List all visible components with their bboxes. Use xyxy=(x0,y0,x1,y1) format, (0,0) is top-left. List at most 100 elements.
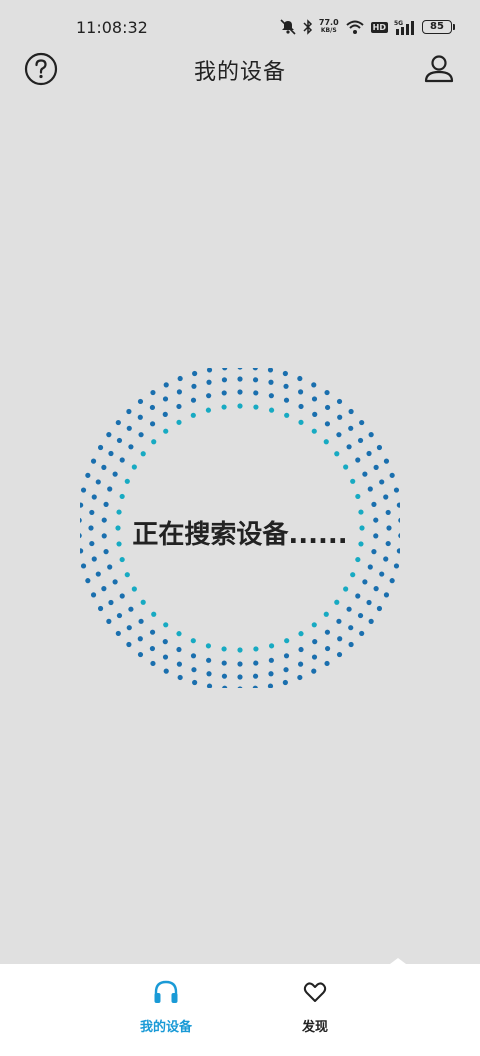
scan-dot xyxy=(252,673,259,679)
scan-dot xyxy=(190,412,196,418)
scan-dot xyxy=(267,368,274,373)
scan-dot xyxy=(389,578,395,584)
scan-dot xyxy=(253,660,259,666)
scan-dot xyxy=(80,563,87,569)
scan-dot xyxy=(116,437,123,444)
scan-dot xyxy=(373,464,379,470)
scan-dot xyxy=(163,382,169,388)
scan-dot xyxy=(376,444,383,451)
scan-dot xyxy=(336,618,342,624)
scan-dot xyxy=(268,379,274,385)
scan-dot xyxy=(368,432,374,438)
scan-dot xyxy=(190,638,196,644)
scan-dot xyxy=(221,390,227,396)
scan-dot xyxy=(90,458,97,464)
scan-dot xyxy=(106,432,112,438)
scan-dot xyxy=(337,414,343,420)
scan-dot xyxy=(176,389,182,395)
scan-dot xyxy=(348,425,354,431)
scan-dot xyxy=(253,404,259,410)
scan-dot xyxy=(252,377,259,383)
scan-dot xyxy=(112,471,118,477)
scan-dot xyxy=(367,486,373,492)
scan-dot xyxy=(176,631,182,637)
scan-dot xyxy=(368,618,374,624)
device-scan-indicator: 正在搜索设备...... xyxy=(80,368,400,688)
signal-icon: 5G xyxy=(394,19,416,35)
scan-dot xyxy=(337,636,343,642)
scan-dot xyxy=(298,646,304,653)
nav-label-my-devices: 我的设备 xyxy=(139,1020,192,1035)
scan-dot xyxy=(119,593,125,599)
scan-dot xyxy=(298,419,304,425)
scan-dot xyxy=(116,612,123,619)
scan-dot xyxy=(362,471,368,477)
scan-dot xyxy=(90,592,97,598)
scan-dot xyxy=(324,404,331,411)
scan-dot xyxy=(311,654,318,660)
scan-dot xyxy=(149,645,156,652)
scan-dot xyxy=(101,464,107,470)
scan-dot xyxy=(359,630,365,637)
scan-dot xyxy=(126,641,132,648)
scan-dot xyxy=(343,586,349,592)
scan-dot xyxy=(162,411,168,417)
scan-dot xyxy=(334,451,340,457)
scan-dot xyxy=(205,643,212,649)
scan-dot xyxy=(383,458,390,464)
scan-dot xyxy=(268,657,274,663)
scan-dot xyxy=(138,432,144,438)
nav-item-my-devices[interactable]: 我的设备 xyxy=(106,978,226,1042)
scan-dot xyxy=(346,606,352,612)
scan-dot xyxy=(221,646,227,652)
nav-item-discover[interactable]: 发现 xyxy=(255,978,375,1042)
scan-dot xyxy=(366,599,372,606)
bluetooth-icon xyxy=(303,19,313,35)
scan-dot xyxy=(222,685,228,688)
scan-dot xyxy=(283,667,289,673)
scan-dot xyxy=(149,629,156,635)
scan-dot xyxy=(115,630,121,637)
scan-dot xyxy=(221,660,227,666)
scan-dot xyxy=(298,661,304,667)
scan-dot xyxy=(268,393,274,399)
scan-dot xyxy=(298,403,304,410)
scan-dot xyxy=(150,389,156,396)
scan-dot xyxy=(355,493,361,500)
scan-dot xyxy=(371,501,377,507)
profile-button[interactable] xyxy=(422,52,456,86)
scan-dot xyxy=(137,414,143,420)
scan-dot xyxy=(177,375,183,382)
scan-dot xyxy=(85,472,91,478)
scan-dot xyxy=(312,411,318,417)
scan-dot xyxy=(191,383,197,389)
scan-dot xyxy=(192,370,198,377)
scan-dot xyxy=(190,653,197,659)
scan-dot xyxy=(267,683,274,688)
scan-dot xyxy=(137,636,143,642)
scan-dot xyxy=(149,421,156,427)
scan-dot xyxy=(297,674,303,681)
network-speed: 77.0 KB/S xyxy=(318,18,339,35)
scan-dot xyxy=(336,432,342,438)
bottom-nav: 我的设备 发现 xyxy=(0,958,480,1056)
hd-badge: HD xyxy=(370,21,388,33)
scan-dot xyxy=(131,464,137,470)
scan-dot xyxy=(221,404,227,410)
scan-dot xyxy=(206,671,212,677)
scan-dot xyxy=(312,639,318,645)
scan-dot xyxy=(283,653,290,659)
scan-dot xyxy=(383,494,389,500)
scan-dot xyxy=(206,683,213,688)
scan-dot xyxy=(376,605,383,612)
status-icons: 77.0 KB/S HD 5G 85 xyxy=(279,16,455,38)
scan-dot xyxy=(163,622,169,628)
scan-dot xyxy=(137,398,144,405)
scan-dot xyxy=(268,407,275,413)
scan-dot xyxy=(119,493,125,500)
svg-text:5G: 5G xyxy=(394,20,403,27)
scan-dot xyxy=(324,660,330,667)
scan-dot xyxy=(206,393,212,399)
nav-pointer xyxy=(390,958,406,964)
scan-dot xyxy=(252,368,258,371)
